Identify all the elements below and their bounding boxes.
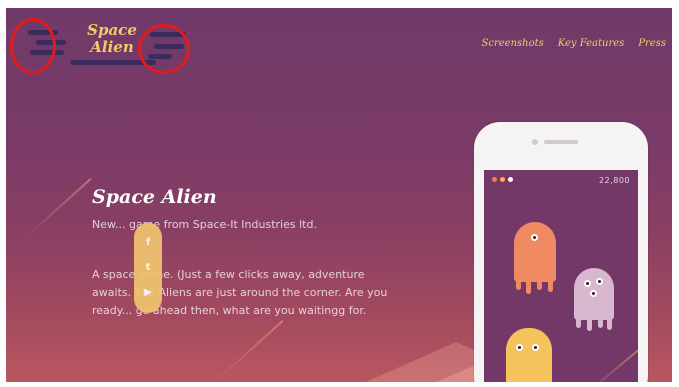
nav-screenshots[interactable]: Screenshots xyxy=(482,38,544,49)
alien-eye xyxy=(532,344,539,351)
alien-leg xyxy=(548,280,553,292)
alien-eye xyxy=(531,234,538,241)
facebook-icon[interactable]: f xyxy=(146,238,150,248)
annotation-circle-right xyxy=(138,24,190,74)
social-share-bar: f t ▶ xyxy=(134,223,162,313)
page-viewport: Space Alien Screenshots Key Features Pre… xyxy=(6,8,672,382)
alien-leg xyxy=(516,280,521,290)
nav-press[interactable]: Press xyxy=(638,38,666,49)
twitter-icon[interactable]: t xyxy=(146,262,151,273)
light-streak xyxy=(579,346,638,382)
game-score: 22,800 xyxy=(599,176,630,185)
alien-leg xyxy=(587,318,592,331)
hero-title: Space Alien xyxy=(92,186,217,208)
alien-yellow xyxy=(506,328,552,382)
light-streak xyxy=(215,320,284,382)
alien-leg xyxy=(607,318,612,330)
annotation-circle-left xyxy=(10,18,56,74)
life-dot xyxy=(500,177,505,182)
alien-eye xyxy=(584,280,591,287)
life-dot xyxy=(492,177,497,182)
life-dot xyxy=(508,177,513,182)
alien-eye xyxy=(516,344,523,351)
alien-leg xyxy=(537,280,542,290)
alien-leg xyxy=(598,318,603,328)
alien-orange xyxy=(514,222,556,294)
alien-eye xyxy=(596,278,603,285)
youtube-icon[interactable]: ▶ xyxy=(144,287,152,298)
nav-key-features[interactable]: Key Features xyxy=(558,38,625,49)
alien-leg xyxy=(526,280,531,294)
game-screen: 22,800 xyxy=(484,170,638,382)
phone-mockup: 22,800 xyxy=(474,122,648,382)
phone-speaker xyxy=(544,140,578,144)
light-streak xyxy=(23,178,92,240)
lives-indicator xyxy=(492,177,513,182)
top-nav: Screenshots Key Features Press xyxy=(482,38,666,49)
alien-eye xyxy=(590,290,597,297)
alien-leg xyxy=(576,318,581,328)
alien-pink xyxy=(574,268,614,331)
hero-subtitle: New... game from Space-It Industries ltd… xyxy=(92,218,317,231)
phone-camera xyxy=(532,139,538,145)
